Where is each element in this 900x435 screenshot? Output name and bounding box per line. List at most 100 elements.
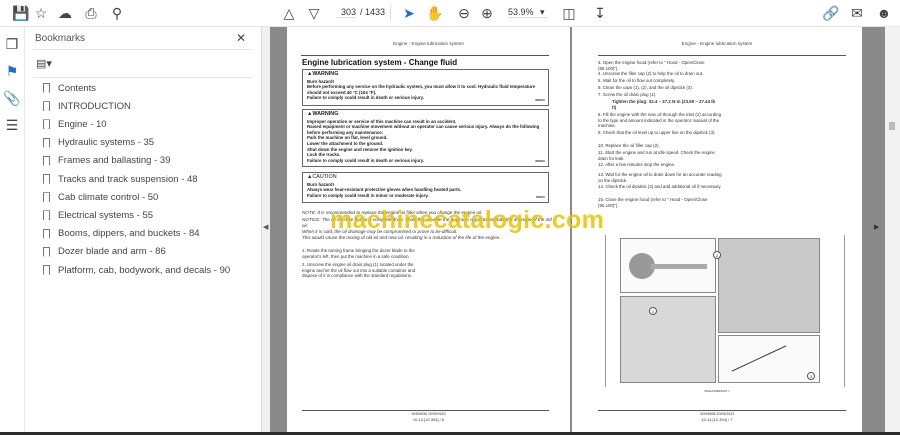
section-title: Engine lubrication system - Change fluid: [302, 58, 458, 67]
hand-tool-icon[interactable]: ✋: [426, 4, 444, 22]
bookmark-icon: [43, 83, 50, 93]
procedure-step: 6. Clean the caps (1), (2), and the oil …: [598, 85, 693, 90]
bookmark-label: Hydraulic systems - 35: [58, 137, 155, 149]
scrollbar-thumb[interactable]: [889, 122, 895, 130]
toolbar: 💾 ☆ ☁ ⎙ ⚲ △ ▽ 303 / 1433 ➤ ✋ ⊖ ⊕ 53.9% ▾…: [0, 0, 900, 27]
warning-text: Failure to comply could result in death …: [307, 95, 425, 101]
procedure-step: 15. Close the engine hood (refer to " Ho…: [598, 197, 708, 208]
collapse-strip[interactable]: ◀: [262, 27, 270, 432]
figure-engine-bay: 2: [713, 238, 820, 333]
warning-box-2: ▲WARNING Improper operation or service o…: [302, 109, 549, 167]
bookmark-icon: [43, 101, 50, 112]
bookmarks-title: Bookmarks: [35, 33, 86, 44]
email-icon[interactable]: ✉: [848, 4, 866, 22]
bookmark-icon: [43, 210, 50, 221]
layers-icon[interactable]: ☰: [3, 116, 21, 134]
side-rail: ❐ ⚑ 📎 ☰: [0, 27, 25, 435]
page-up-icon[interactable]: △: [280, 4, 298, 22]
bookmark-icon: [43, 174, 50, 184]
warning-text: Raised equipment or machine movement wit…: [307, 124, 540, 135]
bookmark-item[interactable]: Tracks and track suspension - 48: [43, 171, 198, 187]
callout-1: 1: [649, 307, 657, 315]
procedure-step: 7. Screw the oil drain plug (1).: [598, 92, 657, 97]
footer-page-ref: 10.14 [10.304] / 6: [412, 417, 445, 422]
procedure-step: 12. After a few minutes stop the engine.: [598, 162, 676, 167]
callout-3: 3: [807, 372, 815, 380]
page-header: Engine - Engine lubrication system: [681, 41, 753, 46]
procedure-step: 9. Check that the oil level up to upper …: [598, 130, 716, 135]
search-icon[interactable]: ⚲: [108, 4, 126, 22]
bookmark-icon: [43, 192, 50, 203]
bookmark-icon: [43, 155, 50, 166]
figure-oil-cap: [620, 238, 716, 293]
procedure-step: 3. Open the engine hood (refer to " Hood…: [598, 60, 705, 71]
page-header: Engine - Engine lubrication system: [393, 41, 464, 46]
page-number-input[interactable]: 303: [336, 7, 356, 18]
caution-label: CAUTION: [312, 174, 337, 180]
zoom-in-icon[interactable]: ⊕: [478, 4, 496, 22]
bookmark-item[interactable]: Contents: [43, 80, 96, 96]
bookmark-label: Electrical systems - 55: [58, 209, 154, 221]
procedure-step: 14. Check the oil dipstick (3) and add a…: [598, 184, 722, 189]
bookmark-label: Cab climate control - 50: [58, 191, 159, 203]
cloud-upload-icon[interactable]: ☁: [56, 4, 74, 22]
divider: [390, 5, 391, 21]
select-cursor-icon[interactable]: ➤: [400, 4, 418, 22]
bookmark-item[interactable]: INTRODUCTION: [43, 98, 131, 114]
caution-box: ▲CAUTION Burn hazard! Always wear heat-r…: [302, 172, 549, 203]
footer-rule: [302, 410, 549, 411]
watermark: machinecatalogic.com: [330, 206, 605, 234]
figure-drain-plug: 1: [620, 296, 716, 383]
bookmark-item[interactable]: Electrical systems - 55: [43, 207, 153, 223]
procedure-step: 10. Replace the oil filler cap (2).: [598, 143, 660, 148]
vertical-scrollbar[interactable]: [885, 27, 900, 432]
header-rule: [598, 55, 846, 56]
bookmark-item[interactable]: Platform, cab, bodywork, and decals - 90: [43, 262, 230, 278]
bookmark-options-icon[interactable]: ▤▾: [35, 54, 53, 72]
cap-drawing: [651, 264, 707, 269]
print-icon[interactable]: ⎙: [82, 4, 100, 22]
warning-label: WARNING: [312, 71, 339, 77]
attachments-icon[interactable]: 📎: [3, 89, 21, 107]
bookmark-label: Booms, dippers, and buckets - 84: [58, 228, 200, 240]
bookmark-item[interactable]: Engine - 10: [43, 116, 107, 132]
procedure-step: 5. Wait for the oil to flow out complete…: [598, 78, 676, 83]
account-icon[interactable]: ☻: [875, 4, 893, 22]
chevron-down-icon[interactable]: ▾: [540, 7, 545, 18]
bookmark-star-icon[interactable]: ☆: [32, 4, 50, 22]
bookmark-label: Tracks and track suspension - 48: [58, 173, 198, 185]
caution-code: C0007A: [535, 196, 545, 200]
bookmarks-icon[interactable]: ⚑: [3, 62, 21, 80]
fit-page-icon[interactable]: ◫: [560, 4, 578, 22]
bookmark-item[interactable]: Hydraulic systems - 35: [43, 135, 154, 151]
close-icon[interactable]: ✕: [232, 29, 250, 47]
figure-caption: SMIL23NEF0007 7: [704, 389, 730, 393]
warning-text: Before performing any service on the hyd…: [307, 84, 536, 95]
bookmark-item[interactable]: Booms, dippers, and buckets - 84: [43, 226, 200, 242]
page-down-icon[interactable]: ▽: [305, 4, 323, 22]
procedure-step: Tighten the plug: 32.4 – 37.2 N·m (23.90…: [612, 99, 716, 110]
procedure-step: 4. Unscrew the filler cap (2) to help th…: [598, 71, 704, 76]
page-thumbnails-icon[interactable]: ❐: [3, 35, 21, 53]
footer-rule: [598, 410, 846, 411]
footer-doc-id: 92909636 20/09/2023: [699, 412, 735, 416]
zoom-out-icon[interactable]: ⊖: [455, 4, 473, 22]
bookmark-item[interactable]: Frames and ballasting - 39: [43, 153, 170, 169]
warning-code: W0001A: [535, 99, 545, 103]
callout-2: 2: [713, 251, 721, 259]
warning-label: WARNING: [312, 111, 339, 117]
bookmark-icon: [43, 265, 50, 275]
bookmark-icon: [43, 137, 50, 148]
save-icon[interactable]: 💾: [12, 4, 30, 22]
bookmark-label: Platform, cab, bodywork, and decals - 90: [58, 264, 231, 276]
bookmark-item[interactable]: Cab climate control - 50: [43, 189, 158, 205]
bookmark-icon: [43, 119, 50, 130]
bookmark-item[interactable]: Dozer blade and arm - 86: [43, 244, 166, 260]
bookmarks-panel: Bookmarks ✕ ▤▾ Contents INTRODUCTION Engin…: [25, 27, 262, 435]
scroll-mode-icon[interactable]: ↧: [591, 4, 609, 22]
divider: [33, 77, 253, 78]
header-rule: [301, 55, 549, 56]
share-link-icon[interactable]: 🔗: [822, 4, 840, 22]
caution-text: Failure to comply could result in minor …: [307, 192, 429, 198]
bookmark-icon: [43, 246, 50, 257]
